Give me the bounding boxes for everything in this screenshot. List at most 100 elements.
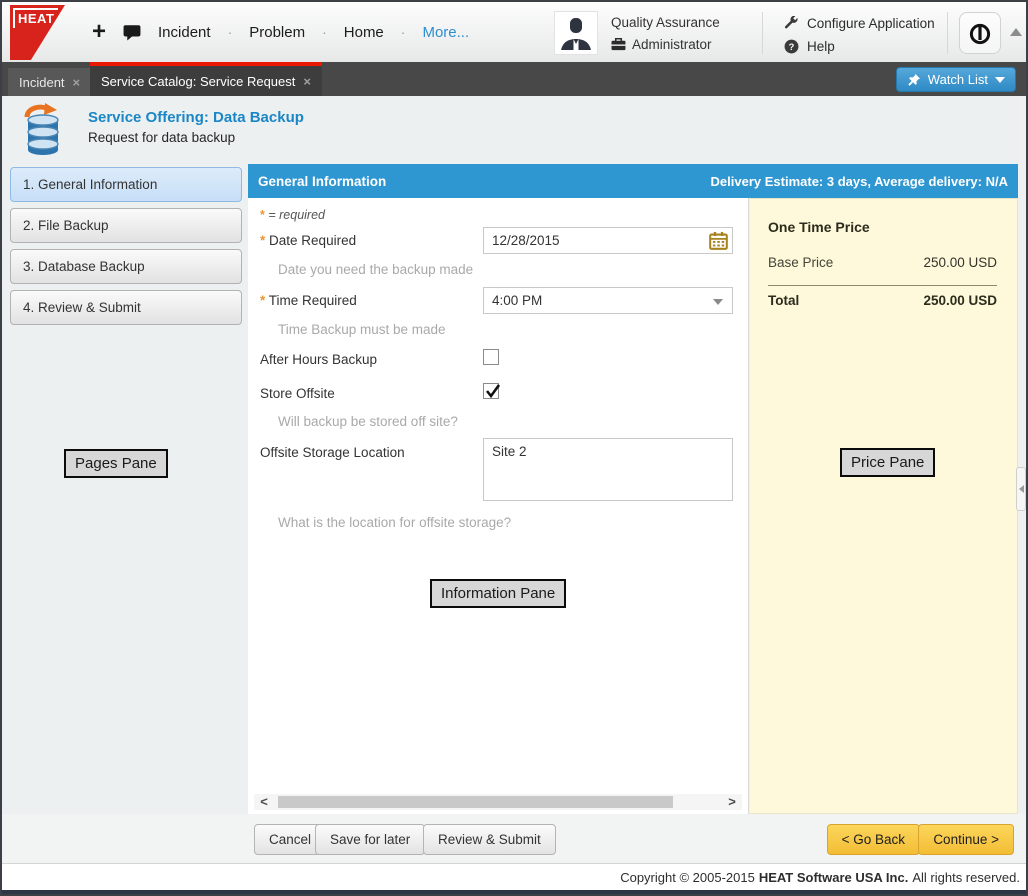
horizontal-scrollbar[interactable]: < > bbox=[254, 794, 742, 810]
chat-bubble-icon bbox=[123, 24, 141, 41]
tab-label: Incident bbox=[19, 75, 65, 90]
time-required-select[interactable]: 4:00 PM bbox=[483, 287, 733, 314]
plus-icon: + bbox=[92, 20, 106, 44]
toolbar-divider bbox=[762, 12, 763, 54]
chevron-up-icon bbox=[1010, 28, 1022, 36]
calendar-icon bbox=[709, 231, 728, 250]
configure-application-link[interactable]: Configure Application bbox=[784, 13, 935, 33]
required-note-text: = required bbox=[268, 208, 325, 222]
calendar-picker-button[interactable] bbox=[709, 231, 729, 251]
base-price-value: 250.00 USD bbox=[923, 255, 997, 270]
menu-separator: · bbox=[401, 24, 406, 40]
copyright-prefix: Copyright © 2005-2015 bbox=[620, 870, 755, 885]
copyright-bar: Copyright © 2005-2015 HEAT Software USA … bbox=[2, 864, 1026, 890]
after-hours-label: After Hours Backup bbox=[260, 352, 377, 367]
scroll-left-arrow[interactable]: < bbox=[254, 794, 274, 810]
avatar bbox=[554, 11, 598, 55]
page-button-file-backup[interactable]: 2. File Backup bbox=[10, 208, 242, 243]
help-icon: ? bbox=[784, 39, 799, 54]
menu-separator: · bbox=[322, 24, 327, 40]
watch-list-button[interactable]: Watch List bbox=[896, 67, 1016, 92]
required-note: * = required bbox=[260, 208, 325, 222]
data-backup-icon bbox=[15, 102, 69, 161]
offsite-location-hint: What is the location for offsite storage… bbox=[278, 515, 511, 530]
total-value: 250.00 USD bbox=[923, 293, 997, 308]
user-name: Quality Assurance bbox=[611, 15, 720, 30]
date-required-input[interactable] bbox=[483, 227, 733, 254]
chat-button[interactable] bbox=[123, 24, 141, 41]
after-hours-checkbox[interactable] bbox=[483, 349, 499, 365]
power-icon bbox=[967, 20, 993, 46]
store-offsite-hint: Will backup be stored off site? bbox=[278, 414, 458, 429]
svg-text:?: ? bbox=[789, 41, 795, 51]
top-toolbar: HEAT + Incident · Problem · Home · More.… bbox=[2, 2, 1026, 62]
page-button-database-backup[interactable]: 3. Database Backup bbox=[10, 249, 242, 284]
save-for-later-button[interactable]: Save for later bbox=[315, 824, 425, 855]
new-record-button[interactable]: + bbox=[92, 20, 106, 44]
heat-logo[interactable]: HEAT bbox=[10, 5, 65, 60]
toolbar-collapse-button[interactable] bbox=[1010, 28, 1024, 40]
pane-collapse-handle[interactable] bbox=[1016, 467, 1026, 511]
bottom-accent-bar bbox=[2, 890, 1026, 894]
delivery-estimate: Delivery Estimate: 3 days, Average deliv… bbox=[711, 174, 1008, 189]
page-button-review-submit[interactable]: 4. Review & Submit bbox=[10, 290, 242, 325]
tab-service-catalog[interactable]: Service Catalog: Service Request × bbox=[90, 62, 322, 96]
user-block[interactable]: Quality Assurance Administrator bbox=[554, 11, 720, 55]
help-link[interactable]: ? Help bbox=[784, 36, 935, 56]
config-block: Configure Application ? Help bbox=[784, 13, 935, 59]
configure-application-label: Configure Application bbox=[807, 16, 935, 31]
copyright-suffix: All rights reserved. bbox=[912, 870, 1020, 885]
heat-logo-text: HEAT bbox=[13, 8, 58, 28]
date-required-label: * Date Required bbox=[260, 233, 356, 248]
price-separator bbox=[768, 285, 997, 286]
page-title: Service Offering: Data Backup bbox=[88, 109, 304, 126]
go-back-button[interactable]: < Go Back bbox=[827, 824, 920, 855]
wrench-icon bbox=[784, 16, 799, 31]
menu-separator: · bbox=[228, 24, 233, 40]
person-icon bbox=[555, 12, 597, 54]
scroll-right-arrow[interactable]: > bbox=[722, 794, 742, 810]
scrollbar-track[interactable] bbox=[274, 795, 722, 809]
base-price-label: Base Price bbox=[768, 255, 833, 270]
chevron-down-icon bbox=[995, 77, 1005, 83]
watch-list-label: Watch List bbox=[928, 72, 988, 87]
chevron-down-icon bbox=[713, 299, 723, 305]
store-offsite-checkbox[interactable] bbox=[483, 383, 499, 399]
tab-close-icon[interactable]: × bbox=[303, 74, 311, 89]
menu-item-home[interactable]: Home bbox=[344, 24, 384, 41]
chevron-left-icon bbox=[1019, 485, 1024, 493]
tab-incident[interactable]: Incident × bbox=[8, 68, 91, 96]
price-pane-annotation: Price Pane bbox=[840, 448, 935, 477]
copyright-company: HEAT Software USA Inc. bbox=[759, 870, 909, 885]
offsite-location-textarea[interactable]: Site 2 bbox=[483, 438, 733, 501]
user-role: Administrator bbox=[632, 37, 712, 52]
price-title: One Time Price bbox=[768, 219, 870, 235]
menu-item-more[interactable]: More... bbox=[422, 24, 469, 41]
offering-header: Service Offering: Data Backup Request fo… bbox=[2, 96, 1018, 162]
required-star: * bbox=[260, 208, 265, 222]
required-star: * bbox=[260, 233, 265, 248]
pages-pane: 1. General Information 2. File Backup 3.… bbox=[10, 167, 242, 331]
scrollbar-thumb[interactable] bbox=[278, 796, 672, 808]
time-required-value: 4:00 PM bbox=[492, 293, 542, 308]
section-title: General Information bbox=[258, 174, 386, 189]
tab-bar: Incident × Service Catalog: Service Requ… bbox=[2, 62, 1026, 96]
page-button-general-information[interactable]: 1. General Information bbox=[10, 167, 242, 202]
required-star: * bbox=[260, 293, 265, 308]
menu-item-incident[interactable]: Incident bbox=[158, 24, 211, 41]
pushpin-icon bbox=[907, 73, 921, 87]
time-required-hint: Time Backup must be made bbox=[278, 322, 446, 337]
store-offsite-label: Store Offsite bbox=[260, 386, 335, 401]
tab-label: Service Catalog: Service Request bbox=[101, 74, 295, 89]
time-required-label: * Time Required bbox=[260, 293, 357, 308]
top-menu: + Incident · Problem · Home · More... bbox=[92, 2, 469, 62]
offsite-location-label: Offsite Storage Location bbox=[260, 445, 405, 460]
continue-button[interactable]: Continue > bbox=[918, 824, 1014, 855]
information-pane: * = required * Date Required Date you ne… bbox=[248, 198, 749, 814]
review-submit-button[interactable]: Review & Submit bbox=[423, 824, 556, 855]
section-header: General Information Delivery Estimate: 3… bbox=[248, 164, 1018, 198]
logout-button[interactable] bbox=[959, 12, 1001, 54]
tab-close-icon[interactable]: × bbox=[73, 75, 81, 90]
checkmark-icon bbox=[484, 382, 502, 400]
menu-item-problem[interactable]: Problem bbox=[249, 24, 305, 41]
